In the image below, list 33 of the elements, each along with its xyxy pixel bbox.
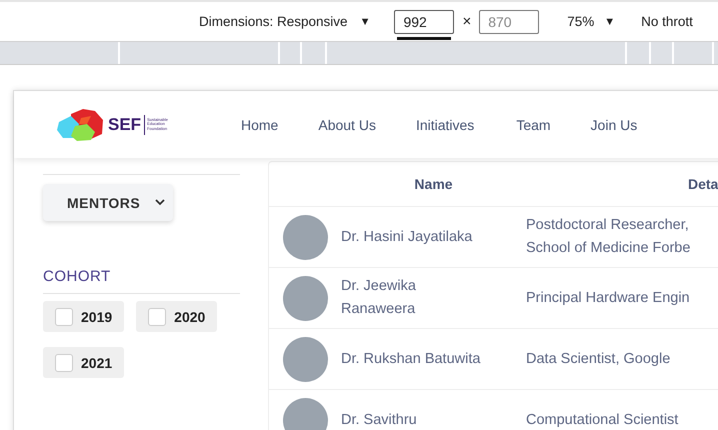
dimensions-dropdown[interactable]: Dimensions: Responsive ▼: [199, 14, 370, 29]
mentor-details: Principal Hardware Engin: [526, 288, 691, 308]
nav-link[interactable]: Join Us: [590, 116, 638, 132]
logo-text: SEF: [108, 114, 146, 134]
mentor-name: Dr. Rukshan Batuwita: [341, 350, 482, 368]
cohort-checkbox[interactable]: 2021: [43, 347, 124, 378]
brain-logo-icon: [57, 108, 105, 142]
nav-link[interactable]: About Us: [318, 116, 376, 132]
mentor-name: Dr. Savithru: [341, 410, 418, 430]
column-header: Deta: [688, 176, 718, 192]
mentor-name: Dr. Jeewika Ranaweera: [341, 277, 417, 319]
throttling-dropdown[interactable]: No thrott: [641, 14, 693, 29]
zoom-dropdown[interactable]: 75% ▼: [567, 14, 616, 29]
nav-link[interactable]: Home: [241, 116, 278, 132]
cohort-checkbox[interactable]: 2019: [43, 301, 124, 332]
width-input[interactable]: 992: [394, 10, 454, 34]
cohort-checkbox[interactable]: 2020: [136, 301, 218, 332]
times-sign: ×: [462, 13, 472, 30]
filter-dropdown[interactable]: MENTORS: [43, 184, 173, 221]
mentor-name: Dr. Hasini Jayatilaka: [341, 228, 474, 246]
nav-link[interactable]: Initiatives: [416, 116, 474, 132]
avatar-photo: [282, 214, 328, 260]
mentor-details: Postdoctoral Researcher, School of Medicine Forbe: [526, 216, 692, 258]
avatar-photo: [282, 276, 328, 320]
mentor-details: Data Scientist, Google: [526, 350, 672, 368]
section-heading: COHORT: [43, 268, 112, 285]
mentor-details: Computational Scientist: [526, 410, 680, 430]
height-input[interactable]: 870: [479, 10, 540, 34]
column-header: Name: [413, 176, 454, 192]
avatar-photo: [282, 336, 328, 382]
nav-link[interactable]: Team: [516, 116, 551, 132]
chevron-down-icon: [155, 199, 165, 206]
avatar-photo: [282, 398, 328, 430]
